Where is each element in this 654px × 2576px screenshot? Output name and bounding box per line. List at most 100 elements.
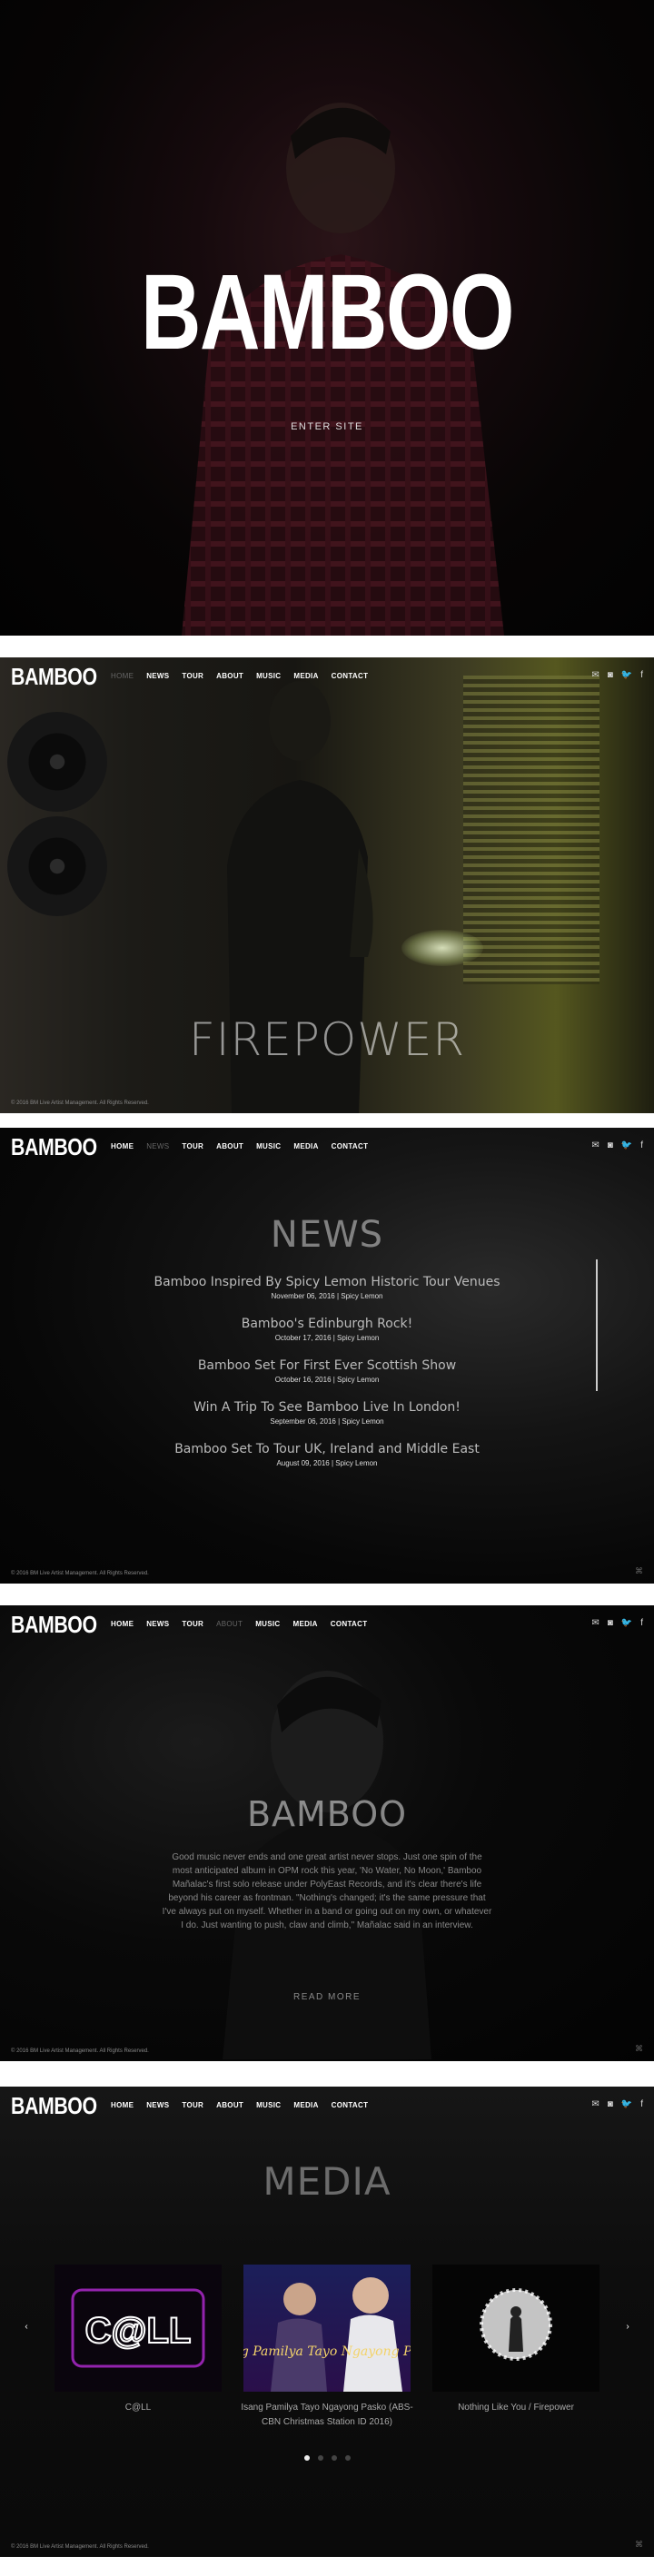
nav-news[interactable]: NEWS [146,1142,169,1150]
carousel-dot[interactable] [317,2455,323,2461]
call-artwork-image: C@LL [54,2265,222,2392]
news-item[interactable]: Bamboo Inspired By Spicy Lemon Historic … [0,1275,654,1300]
site-header: BAMBOO HOME NEWS TOUR ABOUT MUSIC MEDIA … [0,657,654,694]
nav-news[interactable]: NEWS [146,672,169,680]
facebook-icon[interactable]: f [640,1140,643,1150]
nav-music[interactable]: MUSIC [255,1620,280,1628]
media-caption[interactable]: Nothing Like You / Firepower [425,2401,607,2415]
twitter-icon[interactable]: 🐦 [621,2099,632,2109]
social-links: ✉ ◙ 🐦 f [591,2099,643,2109]
nav-media[interactable]: MEDIA [293,672,318,680]
nav-home[interactable]: HOME [111,2101,134,2109]
read-more-link[interactable]: READ MORE [0,1992,654,2002]
media-panel: BAMBOO HOME NEWS TOUR ABOUT MUSIC MEDIA … [0,2087,654,2557]
facebook-icon[interactable]: f [640,1618,643,1628]
nav-music[interactable]: MUSIC [256,2101,281,2109]
nav-contact[interactable]: CONTACT [331,1620,368,1628]
site-logo[interactable]: BAMBOO [11,663,97,691]
carousel-dot[interactable] [344,2455,351,2461]
corner-logo-icon: ⌘ [635,2540,643,2549]
home-panel: BAMBOO HOME NEWS TOUR ABOUT MUSIC MEDIA … [0,657,654,1113]
window-blinds-image [463,676,600,984]
site-header: BAMBOO HOME NEWS TOUR ABOUT MUSIC MEDIA … [0,1605,654,1642]
news-list: Bamboo Inspired By Spicy Lemon Historic … [0,1275,654,1484]
copyright-text: © 2016 BM Live Artist Management. All Ri… [11,1571,149,1576]
media-caption[interactable]: Isang Pamilya Tayo Ngayong Pasko (ABS-CB… [236,2401,418,2430]
nav-news[interactable]: NEWS [146,1620,169,1628]
news-headline[interactable]: Bamboo Set To Tour UK, Ireland and Middl… [0,1442,654,1456]
news-headline[interactable]: Win A Trip To See Bamboo Live In London! [0,1400,654,1415]
news-headline[interactable]: Bamboo Inspired By Spicy Lemon Historic … [0,1275,654,1289]
nav-home[interactable]: HOME [111,672,134,680]
media-thumbnail[interactable] [432,2265,600,2392]
nav-news[interactable]: NEWS [146,2101,169,2109]
mail-icon[interactable]: ✉ [591,2099,599,2109]
nav-contact[interactable]: CONTACT [332,2101,369,2109]
main-nav: HOME NEWS TOUR ABOUT MUSIC MEDIA CONTACT [111,1620,367,1628]
media-thumbnail[interactable]: Isang Pamilya Tayo Ngayong Pasko [213,2265,441,2392]
nav-contact[interactable]: CONTACT [332,672,369,680]
site-logo[interactable]: BAMBOO [11,1133,97,1161]
instagram-icon[interactable]: ◙ [608,1140,613,1150]
carousel-dot[interactable] [331,2455,337,2461]
news-panel: BAMBOO HOME NEWS TOUR ABOUT MUSIC MEDIA … [0,1128,654,1584]
nav-home[interactable]: HOME [111,1142,134,1150]
about-text: Good music never ends and one great arti… [162,1852,492,1930]
hero-title: BAMBOO [141,252,514,372]
nav-media[interactable]: MEDIA [292,1620,317,1628]
twitter-icon[interactable]: 🐦 [621,1618,632,1628]
twitter-icon[interactable]: 🐦 [621,1140,632,1150]
news-item[interactable]: Bamboo Set To Tour UK, Ireland and Middl… [0,1442,654,1467]
carousel-dots [0,2455,654,2461]
enter-site-link[interactable]: ENTER SITE [0,421,654,432]
site-logo[interactable]: BAMBOO [11,1611,97,1639]
nav-media[interactable]: MEDIA [293,1142,318,1150]
corner-logo-icon: ⌘ [635,1566,643,1575]
news-scrollbar[interactable] [596,1259,598,1391]
social-links: ✉ ◙ 🐦 f [591,670,643,680]
facebook-icon[interactable]: f [640,670,643,680]
news-title: NEWS [270,1214,384,1256]
copyright-text: © 2016 BM Live Artist Management. All Ri… [11,2544,149,2550]
mail-icon[interactable]: ✉ [591,670,599,680]
instagram-icon[interactable]: ◙ [608,670,613,680]
facebook-icon[interactable]: f [640,2099,643,2109]
nav-music[interactable]: MUSIC [256,1142,281,1150]
carousel-next-button[interactable]: › [619,2319,636,2335]
nav-tour[interactable]: TOUR [182,1620,203,1628]
news-meta: September 06, 2016 | Spicy Lemon [270,1417,384,1426]
nav-contact[interactable]: CONTACT [332,1142,369,1150]
news-item[interactable]: Bamboo's Edinburgh Rock! October 17, 201… [0,1317,654,1342]
vinyl-record-image [7,816,107,916]
instagram-icon[interactable]: ◙ [608,2099,613,2109]
news-meta: August 09, 2016 | Spicy Lemon [276,1459,378,1467]
nav-about[interactable]: ABOUT [216,1620,243,1628]
instagram-icon[interactable]: ◙ [608,1618,613,1628]
corner-logo-icon: ⌘ [635,2044,643,2053]
mail-icon[interactable]: ✉ [591,1140,599,1150]
news-item[interactable]: Win A Trip To See Bamboo Live In London!… [0,1400,654,1426]
nav-media[interactable]: MEDIA [293,2101,318,2109]
nav-music[interactable]: MUSIC [256,672,281,680]
media-caption[interactable]: C@LL [47,2401,229,2415]
news-headline[interactable]: Bamboo's Edinburgh Rock! [0,1317,654,1331]
news-item[interactable]: Bamboo Set For First Ever Scottish Show … [0,1358,654,1384]
nav-tour[interactable]: TOUR [182,1142,203,1150]
carousel-prev-button[interactable]: ‹ [18,2319,35,2335]
nav-about[interactable]: ABOUT [216,672,243,680]
nothing-like-you-artwork-image [432,2265,600,2392]
nav-tour[interactable]: TOUR [182,672,203,680]
nav-tour[interactable]: TOUR [182,2101,203,2109]
media-thumbnail[interactable]: C@LL [54,2265,222,2392]
news-headline[interactable]: Bamboo Set For First Ever Scottish Show [0,1358,654,1373]
nav-about[interactable]: ABOUT [216,1142,243,1150]
twitter-icon[interactable]: 🐦 [621,670,632,680]
social-links: ✉ ◙ 🐦 f [591,1140,643,1150]
nav-home[interactable]: HOME [111,1620,134,1628]
mail-icon[interactable]: ✉ [591,1618,599,1628]
site-logo[interactable]: BAMBOO [11,2092,97,2120]
station-id-art-text: Isang Pamilya Tayo Ngayong Pasko [243,2344,411,2359]
carousel-dot[interactable] [303,2455,310,2461]
news-meta: November 06, 2016 | Spicy Lemon [271,1292,383,1300]
nav-about[interactable]: ABOUT [216,2101,243,2109]
